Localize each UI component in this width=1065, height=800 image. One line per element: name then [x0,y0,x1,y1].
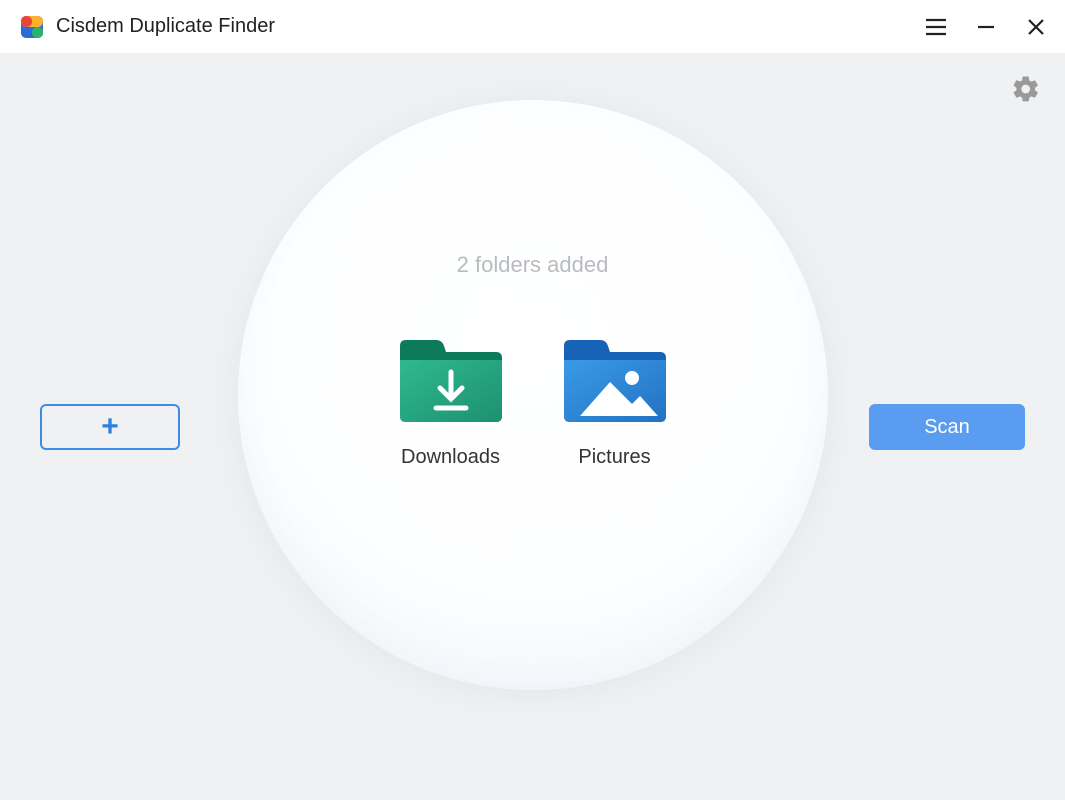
close-icon[interactable] [1025,16,1047,38]
folder-label: Downloads [401,446,500,469]
scan-button[interactable]: Scan [869,404,1025,450]
window-controls [925,16,1047,38]
titlebar: Cisdem Duplicate Finder [0,0,1065,54]
status-text: 2 folders added [457,252,609,278]
folder-item-pictures[interactable]: Pictures [560,338,670,469]
folder-item-downloads[interactable]: Downloads [396,338,506,469]
plus-icon: + [101,410,119,444]
menu-icon[interactable] [925,16,947,38]
downloads-folder-icon [396,338,506,426]
workspace: 2 folders added [0,54,1065,800]
gear-icon[interactable] [1011,74,1041,104]
folder-label: Pictures [578,446,650,469]
scan-button-label: Scan [924,416,970,439]
stage-circle: 2 folders added [238,100,828,690]
add-folder-button[interactable]: + [40,404,180,450]
app-logo-icon [18,13,46,41]
minimize-icon[interactable] [975,16,997,38]
pictures-folder-icon [560,338,670,426]
app-title: Cisdem Duplicate Finder [56,15,275,38]
folders-list: Downloads [396,338,670,469]
